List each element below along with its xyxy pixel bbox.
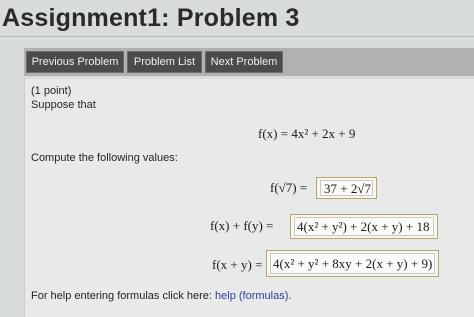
answer-field-2[interactable]: 4(x² + y²) + 2(x + y) + 18 <box>290 214 438 239</box>
answer-value-2: 4(x² + y²) + 2(x + y) + 18 <box>297 219 430 234</box>
answer-field-1[interactable]: 37 + 2√7 <box>316 177 377 199</box>
help-text: For help entering formulas click here: <box>31 290 212 302</box>
compute-prompt: Compute the following values: <box>31 152 178 164</box>
answer-value-1: 37 + 2√7 <box>324 181 371 196</box>
answer-value-3: 4(x² + y² + 8xy + 2(x + y) + 9) <box>273 256 433 271</box>
row1-label: f(√7) = <box>270 180 308 195</box>
problem-panel <box>24 79 474 317</box>
row3-label: f(x + y) = <box>212 257 263 272</box>
given-function: f(x) = 4x² + 2x + 9 <box>258 126 356 141</box>
next-problem-button[interactable]: Next Problem <box>205 51 283 73</box>
title-divider <box>0 36 474 37</box>
help-formulas-link[interactable]: help (formulas). <box>215 290 291 302</box>
page-title: Assignment1: Problem 3 <box>2 4 300 32</box>
previous-problem-button[interactable]: Previous Problem <box>26 51 124 73</box>
problem-points: (1 point) <box>31 85 72 97</box>
problem-intro: Suppose that <box>31 99 96 111</box>
answer-field-3[interactable]: 4(x² + y² + 8xy + 2(x + y) + 9) <box>266 250 439 277</box>
row2-label: f(x) + f(y) = <box>210 218 274 233</box>
problem-list-button[interactable]: Problem List <box>127 51 202 73</box>
